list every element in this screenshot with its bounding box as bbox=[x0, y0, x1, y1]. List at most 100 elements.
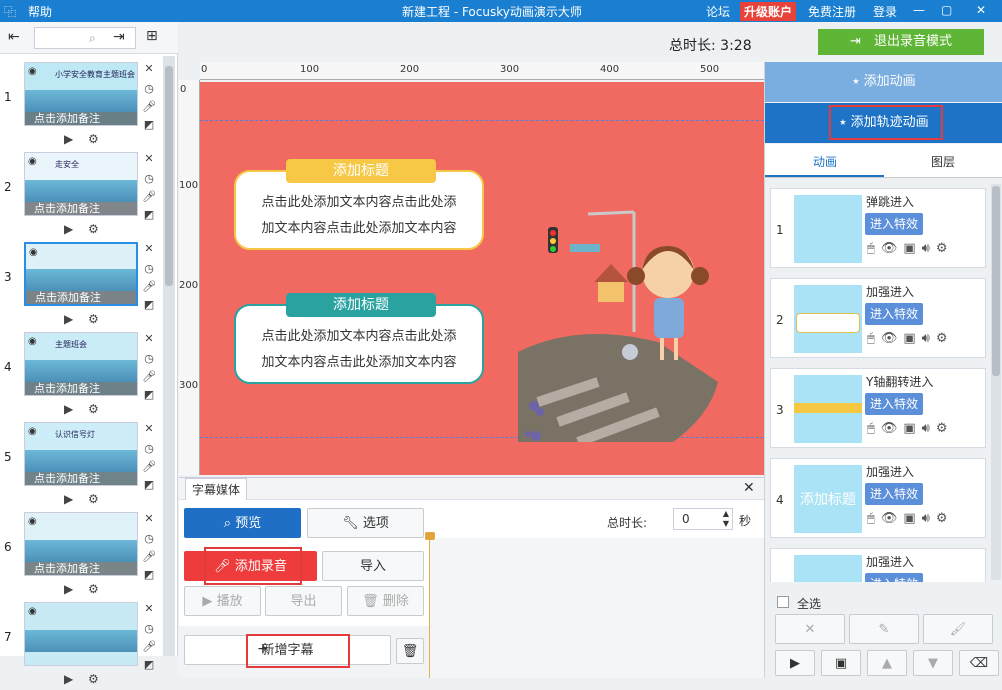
slide-settings-icon[interactable]: ◩ bbox=[142, 478, 156, 492]
tab-layers[interactable]: 图层 bbox=[931, 153, 955, 170]
play-icon[interactable]: ▶ bbox=[64, 222, 73, 236]
timer-icon[interactable]: ◷ bbox=[142, 82, 156, 96]
gear-icon[interactable]: ⚙ bbox=[936, 421, 954, 436]
slide-note[interactable]: 点击添加备注 bbox=[25, 562, 137, 575]
sound-icon[interactable]: 🔊︎ bbox=[922, 421, 936, 436]
timer-icon[interactable]: ◷ bbox=[142, 352, 156, 366]
eye-icon[interactable]: ◉ bbox=[28, 156, 37, 167]
forum-link[interactable]: 论坛 bbox=[706, 3, 730, 20]
delete-subtitle-button[interactable]: 🗑︎ bbox=[396, 638, 424, 664]
select-all-checkbox[interactable] bbox=[777, 596, 789, 608]
microphone-icon[interactable]: 🎤︎ bbox=[142, 460, 156, 474]
remove-slide-icon[interactable]: ✕ bbox=[142, 152, 156, 166]
slide-note[interactable]: 点击添加备注 bbox=[25, 472, 137, 485]
stepper-icon[interactable]: ▲ ▼ bbox=[723, 509, 729, 529]
delete-button[interactable]: 🗑︎ 删除 bbox=[347, 586, 424, 616]
text-card-1[interactable]: 添加标题 点击此处添加文本内容点击此处添 加文本内容点击此处添加文本内容 bbox=[234, 159, 484, 250]
play-icon[interactable]: ▶ bbox=[64, 582, 73, 596]
frame-icon[interactable]: ▣ bbox=[903, 241, 921, 256]
timer-icon[interactable]: ◷ bbox=[142, 442, 156, 456]
slide-search-box[interactable]: ⌕ ⇥ bbox=[34, 27, 136, 49]
tab-animation[interactable]: 动画 bbox=[813, 153, 837, 170]
eye-icon[interactable]: ◉ bbox=[29, 247, 38, 258]
entrance-effect-button[interactable]: 进入特效 bbox=[865, 213, 923, 235]
sound-icon[interactable]: 🔊︎ bbox=[922, 331, 936, 346]
microphone-icon[interactable]: 🎤︎ bbox=[142, 370, 156, 384]
total-length-input[interactable]: 0 ▲ ▼ bbox=[673, 508, 733, 530]
gear-icon[interactable]: ⚙ bbox=[88, 582, 99, 596]
slide-item[interactable]: 6 ◉ 点击添加备注 ✕ ◷ 🎤︎ ◩ ▶ ⚙ bbox=[0, 512, 162, 600]
frame-icon[interactable]: ▣ bbox=[903, 511, 921, 526]
layout-icon[interactable]: ⊞ bbox=[146, 28, 158, 44]
eye-icon[interactable]: ◉ bbox=[28, 516, 37, 527]
collapse-left-icon[interactable]: ⇤ bbox=[8, 29, 20, 45]
eye-icon[interactable]: 👁︎ bbox=[881, 511, 904, 526]
microphone-icon[interactable]: 🎤︎ bbox=[142, 550, 156, 564]
minimize-icon[interactable]: — bbox=[913, 3, 925, 17]
eye-icon[interactable]: ◉ bbox=[28, 426, 37, 437]
slide-item[interactable]: 1 小学安全教育主题班会 ◉ 点击添加备注 ✕ ◷ 🎤︎ ◩ ▶ ⚙ bbox=[0, 62, 162, 150]
gear-icon[interactable]: ⚙ bbox=[88, 492, 99, 506]
remove-slide-icon[interactable]: ✕ bbox=[142, 62, 156, 76]
animation-item[interactable]: 加强进入进入特效🖱︎👁︎▣🔊︎⚙ bbox=[770, 548, 986, 582]
upgrade-button[interactable]: 升级账户 bbox=[740, 2, 797, 21]
gear-icon[interactable]: ⚙ bbox=[88, 672, 99, 686]
export-button[interactable]: 导出 bbox=[265, 586, 342, 616]
edit-animation-button[interactable]: ✎ bbox=[849, 614, 919, 644]
play-animation-button[interactable]: ▶ bbox=[775, 650, 815, 676]
slide-settings-icon[interactable]: ◩ bbox=[142, 568, 156, 582]
entrance-effect-button[interactable]: 进入特效 bbox=[865, 303, 923, 325]
animation-item[interactable]: 4 添加标题 加强进入 进入特效 🖱︎👁︎▣🔊︎⚙ bbox=[770, 458, 986, 538]
frame-icon[interactable]: ▣ bbox=[903, 421, 921, 436]
play-icon[interactable]: ▶ bbox=[64, 312, 73, 326]
slide-note[interactable]: 点击添加备注 bbox=[25, 112, 137, 125]
brush-button[interactable]: 🖌︎ bbox=[923, 614, 993, 644]
sound-icon[interactable]: 🔊︎ bbox=[922, 241, 936, 256]
import-button[interactable]: 导入 bbox=[322, 551, 424, 581]
frame-icon[interactable]: ▣ bbox=[903, 331, 921, 346]
entrance-effect-button[interactable]: 进入特效 bbox=[865, 393, 923, 415]
play-icon[interactable]: ▶ bbox=[64, 132, 73, 146]
slide-settings-icon[interactable]: ◩ bbox=[142, 208, 156, 222]
menu-help[interactable]: 帮助 bbox=[28, 3, 52, 20]
microphone-icon[interactable]: 🎤︎ bbox=[142, 640, 156, 654]
play-button[interactable]: ▶ 播放 bbox=[184, 586, 261, 616]
slide-note[interactable]: 点击添加备注 bbox=[25, 382, 137, 395]
move-down-button[interactable]: ▼ bbox=[913, 650, 953, 676]
remove-slide-icon[interactable]: ✕ bbox=[142, 332, 156, 346]
slide-item[interactable]: 2 走安全 ◉ 点击添加备注 ✕ ◷ 🎤︎ ◩ ▶ ⚙ bbox=[0, 152, 162, 240]
slide-thumbnail[interactable]: 走安全 ◉ 点击添加备注 bbox=[24, 152, 138, 216]
gear-icon[interactable]: ⚙ bbox=[936, 241, 954, 256]
gear-icon[interactable]: ⚙ bbox=[88, 312, 99, 326]
move-up-button[interactable]: ▲ bbox=[867, 650, 907, 676]
login-link[interactable]: 登录 bbox=[873, 3, 897, 20]
slide-item[interactable]: 5 认识信号灯 ◉ 点击添加备注 ✕ ◷ 🎤︎ ◩ ▶ ⚙ bbox=[0, 422, 162, 510]
expand-right-icon[interactable]: ⇥ bbox=[113, 29, 125, 45]
text-card-2[interactable]: 添加标题 点击此处添加文本内容点击此处添 加文本内容点击此处添加文本内容 bbox=[234, 293, 484, 384]
entrance-effect-button[interactable]: 进入特效 bbox=[865, 573, 923, 582]
add-animation-button[interactable]: ⭑ 添加动画 bbox=[765, 62, 1002, 102]
card-title[interactable]: 添加标题 bbox=[286, 159, 436, 183]
gear-icon[interactable]: ⚙ bbox=[88, 222, 99, 236]
slide-item[interactable]: 7 ◉ ✕ ◷ 🎤︎ ◩ ▶ ⚙ bbox=[0, 602, 162, 690]
clear-animation-button[interactable]: ⌫ bbox=[959, 650, 999, 676]
gear-icon[interactable]: ⚙ bbox=[936, 331, 954, 346]
animation-scrollbar[interactable] bbox=[991, 184, 1001, 580]
play-icon[interactable]: ▶ bbox=[64, 492, 73, 506]
slide-settings-icon[interactable]: ◩ bbox=[142, 388, 156, 402]
remove-animation-button[interactable]: ✕ bbox=[775, 614, 845, 644]
gear-icon[interactable]: ⚙ bbox=[936, 511, 954, 526]
timer-icon[interactable]: ◷ bbox=[142, 532, 156, 546]
options-button[interactable]: 🔧︎ 选项 bbox=[307, 508, 424, 538]
slide-thumbnail[interactable]: ◉ bbox=[24, 602, 138, 666]
slide-thumbnail[interactable]: ◉ 点击添加备注 bbox=[24, 242, 138, 306]
slide-settings-icon[interactable]: ◩ bbox=[142, 298, 156, 312]
microphone-icon[interactable]: 🎤︎ bbox=[142, 190, 156, 204]
play-icon[interactable]: ▶ bbox=[64, 402, 73, 416]
eye-icon[interactable]: 👁︎ bbox=[881, 421, 904, 436]
remove-slide-icon[interactable]: ✕ bbox=[142, 242, 156, 256]
slide-settings-icon[interactable]: ◩ bbox=[142, 118, 156, 132]
present-button[interactable]: ▣ bbox=[821, 650, 861, 676]
slide-canvas[interactable]: 添加标题 点击此处添加文本内容点击此处添 加文本内容点击此处添加文本内容 添加标题… bbox=[200, 82, 764, 475]
slide-note[interactable]: 点击添加备注 bbox=[25, 202, 137, 215]
